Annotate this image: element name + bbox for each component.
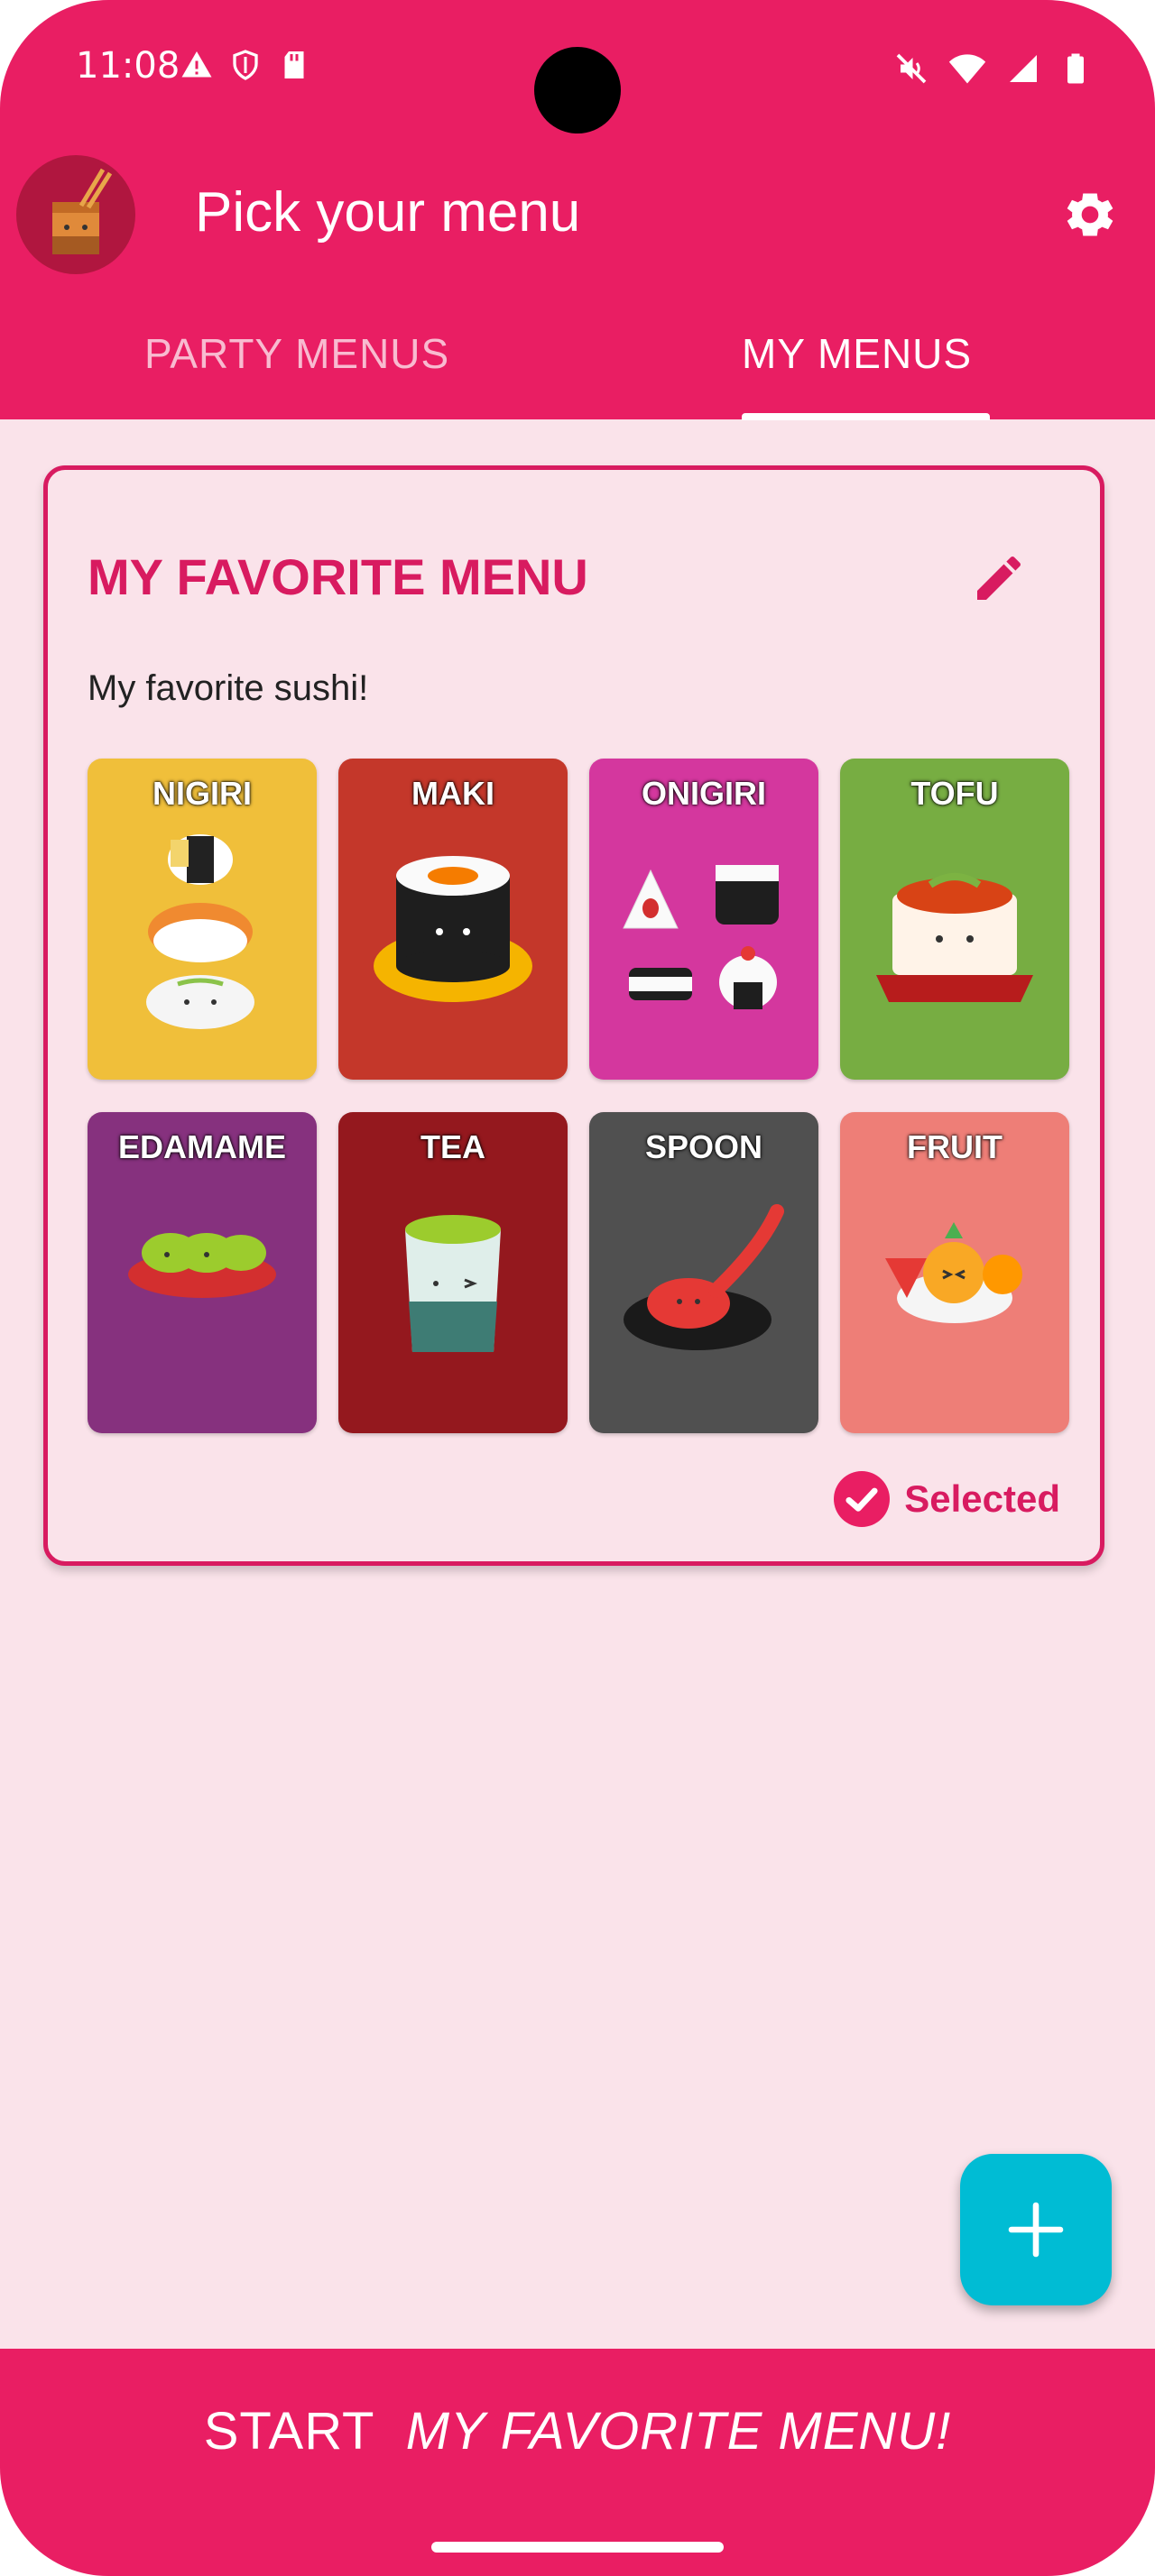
check-circle-icon xyxy=(834,1471,891,1527)
spoon-icon xyxy=(624,1204,784,1350)
app-bar: Pick your menu PARTY MENUS MY MENUS xyxy=(0,144,1155,420)
add-menu-button[interactable] xyxy=(960,2154,1112,2305)
phone-screen: 11:08 Pick your menu PARTY MENUS MY MENU… xyxy=(0,0,1155,2576)
menu-description: My favorite sushi! xyxy=(88,668,369,708)
tea-cup-icon xyxy=(405,1215,501,1352)
status-time: 11:08 xyxy=(76,45,180,87)
menu-item-onigiri: ONIGIRI xyxy=(589,759,818,1080)
menu-item-edamame: EDAMAME xyxy=(88,1112,317,1433)
nigiri-icon xyxy=(146,834,254,1029)
tab-my-menus[interactable]: MY MENUS xyxy=(742,329,972,378)
status-bar: 11:08 xyxy=(0,0,1155,144)
start-menu-button[interactable]: START MY FAVORITE MENU! xyxy=(0,2401,1155,2461)
mute-icon xyxy=(896,53,927,84)
sd-card-icon xyxy=(284,51,304,78)
home-indicator[interactable] xyxy=(431,2542,724,2553)
tofu-icon xyxy=(876,873,1033,1002)
menu-card[interactable]: MY FAVORITE MENU My favorite sushi! NIGI… xyxy=(43,465,1104,1566)
tab-party-menus[interactable]: PARTY MENUS xyxy=(144,329,449,378)
chopsticks-cup-icon xyxy=(16,155,135,274)
edamame-icon xyxy=(128,1233,276,1298)
onigiri-icon xyxy=(623,865,779,1009)
fruit-icon xyxy=(885,1222,1022,1323)
gear-icon[interactable] xyxy=(1061,186,1119,244)
menu-item-fruit: FRUIT xyxy=(840,1112,1069,1433)
signal-icon xyxy=(1010,55,1037,82)
menu-item-nigiri: NIGIRI xyxy=(88,759,317,1080)
pencil-icon[interactable] xyxy=(970,549,1028,607)
start-label: START xyxy=(203,2402,375,2461)
menu-item-maki: MAKI xyxy=(338,759,568,1080)
start-menu-name: MY FAVORITE MENU! xyxy=(405,2402,952,2461)
menu-title: MY FAVORITE MENU xyxy=(88,548,588,605)
selected-indicator[interactable]: Selected xyxy=(834,1471,1060,1527)
tab-indicator xyxy=(742,413,990,420)
maki-icon xyxy=(374,856,532,1002)
shield-icon xyxy=(233,50,258,80)
selected-label: Selected xyxy=(904,1477,1060,1520)
camera-cutout xyxy=(534,47,621,133)
menu-item-tea: TEA xyxy=(338,1112,568,1433)
warning-icon xyxy=(181,51,212,78)
menu-item-tofu: TOFU xyxy=(840,759,1069,1080)
wifi-icon xyxy=(948,54,986,84)
page-title: Pick your menu xyxy=(195,181,581,244)
battery-icon xyxy=(1067,53,1084,84)
bottom-bar: START MY FAVORITE MENU! xyxy=(0,2349,1155,2576)
plus-icon xyxy=(1008,2202,1064,2258)
menu-item-spoon: SPOON xyxy=(589,1112,818,1433)
